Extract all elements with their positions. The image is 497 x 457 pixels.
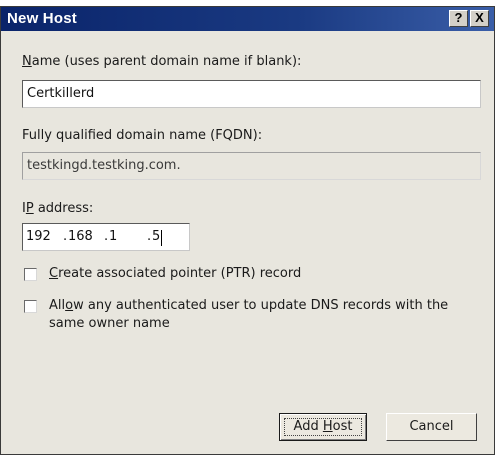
fqdn-label: Fully qualified domain name (FQDN):	[22, 128, 263, 143]
name-label-text: ame (uses parent domain name if blank):	[31, 54, 302, 69]
ip-label-accel: P	[25, 201, 34, 216]
ip-octet-1[interactable]: 192	[26, 224, 51, 250]
ip-label-text: address:	[33, 201, 94, 216]
add-host-label-rest: ost	[332, 419, 353, 434]
ptr-label-text: reate associated pointer (PTR) record	[58, 266, 302, 281]
ip-octet-3[interactable]: 1	[109, 224, 117, 250]
title-bar[interactable]: New Host ? X	[1, 7, 494, 31]
help-button[interactable]: ?	[449, 10, 468, 27]
text-caret	[161, 230, 162, 246]
allow-label-pre: All	[49, 298, 66, 313]
ip-address-label: IP address:	[22, 201, 93, 217]
allow-authenticated-update-checkbox[interactable]	[24, 300, 37, 313]
allow-update-label-line1[interactable]: Allow any authenticated user to update D…	[49, 298, 448, 314]
close-icon: X	[475, 10, 484, 25]
help-icon: ?	[454, 10, 463, 25]
add-host-label-accel: H	[322, 419, 333, 434]
ip-address-input[interactable]: 192 . 168 . 1 . 5	[22, 223, 190, 251]
ptr-label-accel: C	[49, 266, 59, 281]
name-label-accel: N	[22, 54, 32, 69]
allow-label-accel: o	[65, 298, 74, 313]
fqdn-field: testkingd.testking.com.	[22, 152, 481, 180]
new-host-dialog: New Host ? X Name (uses parent domain na…	[0, 6, 495, 455]
allow-label-rest: w any authenticated user to update DNS r…	[73, 298, 449, 313]
allow-update-label-line2[interactable]: same owner name	[49, 316, 170, 332]
ip-octet-4[interactable]: 5	[152, 224, 160, 250]
name-input-value: Certkillerd	[27, 86, 95, 101]
close-button[interactable]: X	[470, 10, 489, 27]
name-input[interactable]: Certkillerd	[22, 80, 481, 108]
window-title: New Host	[7, 10, 77, 27]
ip-dot-1: .	[63, 229, 68, 244]
name-label: Name (uses parent domain name if blank):	[22, 54, 301, 70]
add-host-button[interactable]: Add Host	[279, 413, 367, 441]
ptr-checkbox-label[interactable]: Create associated pointer (PTR) record	[49, 266, 301, 282]
ip-dot-2: .	[104, 229, 109, 244]
screenshot-page: New Host ? X Name (uses parent domain na…	[0, 0, 497, 457]
fqdn-value: testkingd.testking.com.	[27, 158, 181, 173]
cancel-button[interactable]: Cancel	[386, 413, 477, 441]
ip-octet-2[interactable]: 168	[68, 224, 93, 250]
ip-dot-3: .	[147, 229, 152, 244]
add-host-label-pre: Add	[293, 419, 323, 434]
ptr-checkbox[interactable]	[24, 268, 37, 281]
